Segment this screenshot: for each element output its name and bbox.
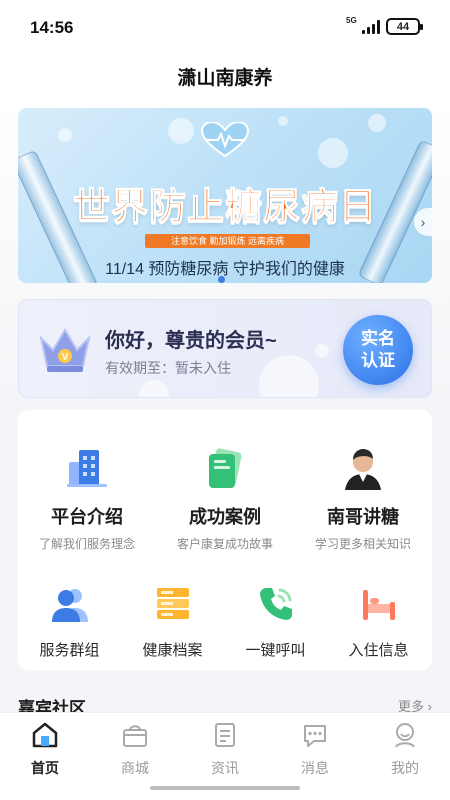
tab-home[interactable]: 首页 <box>0 721 90 778</box>
shop-icon <box>123 725 147 747</box>
feature-label: 南哥讲糖 <box>327 507 399 527</box>
service-checkin-info[interactable]: 入住信息 <box>327 584 430 660</box>
battery-icon: 44 <box>386 18 423 35</box>
home-icon <box>32 722 58 748</box>
system-icons: 5G 44 <box>346 16 423 35</box>
feature-label: 成功案例 <box>189 507 261 527</box>
promo-banner[interactable]: 世界防止糖尿病日 注意饮食 勤加锻炼 远离疾病 11/14 预防糖尿病 守护我们… <box>18 108 432 283</box>
news-icon <box>215 723 235 747</box>
feature-desc: 客户康复成功故事 <box>176 537 273 551</box>
service-label: 健康档案 <box>142 642 203 659</box>
feature-success-cases[interactable]: 成功案例 客户康复成功故事 <box>156 446 294 552</box>
status-bar: 14:56 5G 44 <box>0 0 450 54</box>
tab-news[interactable]: 资讯 <box>180 721 270 778</box>
feature-platform-intro[interactable]: 平台介绍 了解我们服务理念 <box>18 446 156 552</box>
service-label: 一键呼叫 <box>245 642 306 659</box>
message-icon <box>304 725 326 747</box>
crown-icon: V <box>39 328 91 372</box>
feature-desc: 学习更多相关知识 <box>314 537 411 551</box>
service-one-click-call[interactable]: 一键呼叫 <box>224 584 327 660</box>
network-type: 5G <box>346 15 357 25</box>
group-icon <box>51 589 88 622</box>
building-icon <box>67 450 107 487</box>
folder-icon <box>209 448 242 488</box>
tab-label: 消息 <box>301 760 329 776</box>
carousel-indicator <box>218 276 225 283</box>
member-validity: 有效期至：暂未入住 <box>105 360 231 376</box>
verify-label-line1: 实名 <box>361 329 395 348</box>
banner-subtitle: 11/14 预防糖尿病 守护我们的健康 <box>105 261 345 278</box>
banner-title: 世界防止糖尿病日 <box>73 186 377 228</box>
verify-button[interactable]: 实名 认证 <box>343 315 413 385</box>
avatar-icon <box>345 449 381 490</box>
page-title: 潇山南康养 <box>177 68 273 89</box>
app-header: 潇山南康养 <box>0 54 450 104</box>
svg-text:V: V <box>62 352 69 363</box>
phone-icon <box>259 588 292 620</box>
chevron-right-icon[interactable]: › <box>414 208 432 236</box>
banner-tagline: 注意饮食 勤加锻炼 远离疾病 <box>145 234 310 248</box>
service-group[interactable]: 服务群组 <box>18 584 121 660</box>
member-card: V 你好，尊贵的会员~ 有效期至：暂未入住 实名 认证 <box>18 299 432 398</box>
feature-grid: 平台介绍 了解我们服务理念 成功案例 客户康复成功故事 南哥讲糖 学习更多相关知… <box>18 410 432 670</box>
tab-label: 商城 <box>121 760 149 776</box>
tab-label: 资讯 <box>211 760 239 776</box>
profile-icon <box>395 723 415 748</box>
archive-icon <box>156 588 189 619</box>
service-label: 入住信息 <box>348 642 409 659</box>
home-indicator[interactable] <box>150 786 300 790</box>
tab-label: 首页 <box>31 760 59 776</box>
feature-label: 平台介绍 <box>51 507 123 527</box>
tab-profile[interactable]: 我的 <box>360 721 450 778</box>
tab-shop[interactable]: 商城 <box>90 721 180 778</box>
service-health-archive[interactable]: 健康档案 <box>121 584 224 660</box>
bed-icon <box>362 590 395 620</box>
status-time: 14:56 <box>30 18 74 37</box>
signal-icon: 5G <box>346 16 380 34</box>
tab-label: 我的 <box>391 760 419 776</box>
verify-label-line2: 认证 <box>361 351 395 370</box>
feature-nange-talks[interactable]: 南哥讲糖 学习更多相关知识 <box>294 446 432 552</box>
service-label: 服务群组 <box>39 642 100 659</box>
tab-messages[interactable]: 消息 <box>270 721 360 778</box>
heart-icon <box>200 122 250 158</box>
member-greeting: 你好，尊贵的会员~ <box>105 330 277 352</box>
feature-desc: 了解我们服务理念 <box>38 537 135 551</box>
